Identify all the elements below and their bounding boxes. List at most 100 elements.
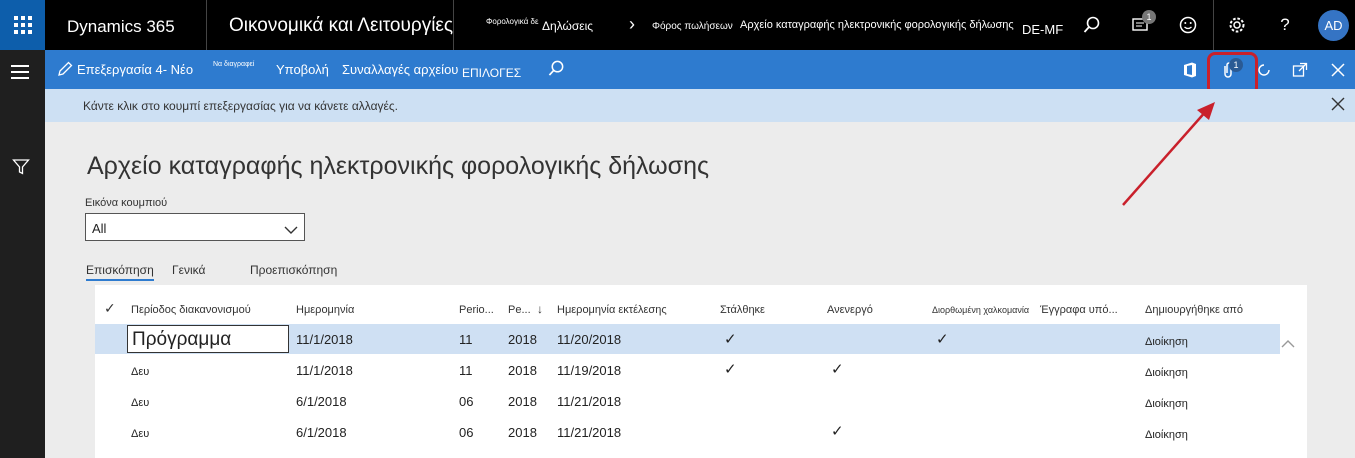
filter-select-value: All [92,221,107,236]
created-by-cell: Διοίκηση [1145,367,1188,379]
divider [206,0,207,50]
created-by-cell: Διοίκηση [1145,429,1188,441]
column-header-documents[interactable]: Έγγραφα υπό... [1040,304,1118,316]
date-cell: 11/1/2018 [296,363,353,378]
tab-preview[interactable]: Προεπισκόπηση [250,263,337,277]
sent-checkmark: ✓ [724,361,737,378]
search-button[interactable] [545,57,567,79]
select-all-checkmark[interactable]: ✓ [104,300,116,317]
run-date-cell: 11/19/2018 [557,363,622,378]
run-date-cell: 11/20/2018 [557,332,622,347]
period-cell: Δευ [131,397,150,409]
pe-cell: 2018 [508,363,537,378]
created-by-cell: Διοίκηση [1145,398,1188,410]
refresh-icon [1258,64,1270,76]
column-header-sent[interactable]: Στάλθηκε [720,304,765,316]
filter-label: Εικόνα κουμπιού [85,197,168,209]
column-header-perio[interactable]: Perio... [459,304,494,316]
popout-icon [1292,62,1308,77]
sort-descending-icon: ↓ [537,302,543,316]
divider [1213,0,1214,50]
left-nav-pane [0,50,45,458]
scroll-up-chevron-icon[interactable] [1281,336,1295,354]
help-button[interactable]: ? [1272,12,1298,38]
options-tab[interactable]: ΕΠΙΛΟΓΕΣ [462,66,521,80]
filter-icon[interactable] [12,158,30,181]
pencil-icon [54,58,76,80]
breadcrumb-item-sales-tax[interactable]: Φόρος πωλήσεων [652,21,733,32]
period-cell: Δευ [131,366,150,378]
top-nav-bar: Dynamics 365 Οικονομικά και Λειτουργίες … [0,0,1355,50]
file-transactions-button[interactable]: Συναλλαγές αρχείου [342,62,458,77]
chevron-down-icon [284,222,298,240]
perio-cell: 06 [459,425,474,440]
date-cell: 6/1/2018 [296,394,347,409]
avatar[interactable]: AD [1318,10,1349,41]
notifications-button[interactable]: 1 [1127,10,1156,38]
close-button[interactable] [1327,59,1349,81]
pe-cell: 2018 [508,425,537,440]
column-header-corrected[interactable]: Διορθωμένη χαλκομανία [932,305,1029,315]
feedback-button[interactable] [1175,12,1201,38]
run-date-cell: 11/21/2018 [557,425,622,440]
close-icon [1331,97,1345,111]
tab-general[interactable]: Γενικά [172,263,205,277]
gear-icon [1229,17,1245,33]
hamburger-icon[interactable] [11,65,29,83]
perio-cell: 06 [459,394,474,409]
filter-select[interactable]: All [85,213,305,241]
sent-checkmark: ✓ [724,331,737,348]
settings-button[interactable] [1224,12,1250,38]
help-icon: ? [1280,15,1290,34]
breadcrumb-item-tax[interactable]: Φορολογικά δε [486,17,539,26]
pe-cell: 2018 [508,394,537,409]
module-title[interactable]: Οικονομικά και Λειτουργίες [229,15,453,37]
waffle-icon [13,16,32,34]
table-row[interactable] [95,355,1280,385]
table-row[interactable] [95,417,1280,447]
brand-name[interactable]: Dynamics 365 [67,17,175,37]
table-row[interactable] [95,386,1280,416]
created-by-cell: Διοίκηση [1145,336,1188,348]
company-picker[interactable]: DE-MF [1022,22,1063,37]
chevron-right-icon: › [629,14,635,34]
corrected-checkmark: ✓ [936,331,949,348]
perio-cell: 11 [459,363,473,378]
breadcrumb-item-declarations[interactable]: Δηλώσεις [542,19,593,33]
divider [453,0,454,50]
period-cell-value: Πρόγραμμα [132,329,232,350]
run-date-cell: 11/21/2018 [557,394,622,409]
column-header-created-by[interactable]: Δημιουργήθηκε από [1145,304,1243,316]
column-header-pe[interactable]: Pe... [508,304,531,316]
perio-cell: 11 [459,332,473,347]
open-new-window-button[interactable] [1289,59,1311,81]
notification-badge: 1 [1142,10,1156,24]
submit-button[interactable]: Υποβολή [276,62,329,77]
date-cell: 6/1/2018 [296,425,347,440]
search-button[interactable] [1079,12,1105,38]
period-cell-input[interactable]: Πρόγραμμα [127,325,289,353]
page-title: Αρχείο καταγραφής ηλεκτρονικής φορολογικ… [87,152,710,180]
inactive-checkmark: ✓ [831,423,844,440]
column-header-run-date[interactable]: Ημερομηνία εκτέλεσης [557,304,667,316]
annotation-arrow [1122,102,1215,206]
column-header-date[interactable]: Ημερομηνία [296,304,354,316]
tab-overview[interactable]: Επισκόπηση [86,263,154,281]
message-text: Κάντε κλικ στο κουμπί επεξεργασίας για ν… [83,99,399,113]
column-header-period[interactable]: Περίοδος διακανονισμού [131,304,251,316]
inactive-checkmark: ✓ [831,361,844,378]
edit-button[interactable]: Επεξεργασία 4- Νέο [77,62,193,77]
delete-button[interactable]: Να διαγραφεί [213,61,254,68]
search-icon [1083,16,1100,33]
smiley-icon [1179,16,1197,34]
action-pane: Επεξεργασία 4- Νέο Να διαγραφεί Υποβολή … [45,50,1355,89]
close-icon [1331,63,1345,77]
date-cell: 11/1/2018 [296,332,353,347]
dismiss-message-button[interactable] [1331,97,1345,116]
office-icon[interactable] [1179,59,1201,81]
column-header-inactive[interactable]: Ανενεργό [827,304,873,316]
app-launcher-button[interactable] [0,0,45,50]
period-cell: Δευ [131,428,150,440]
attachment-count-badge: 1 [1229,58,1243,72]
pe-cell: 2018 [508,332,537,347]
